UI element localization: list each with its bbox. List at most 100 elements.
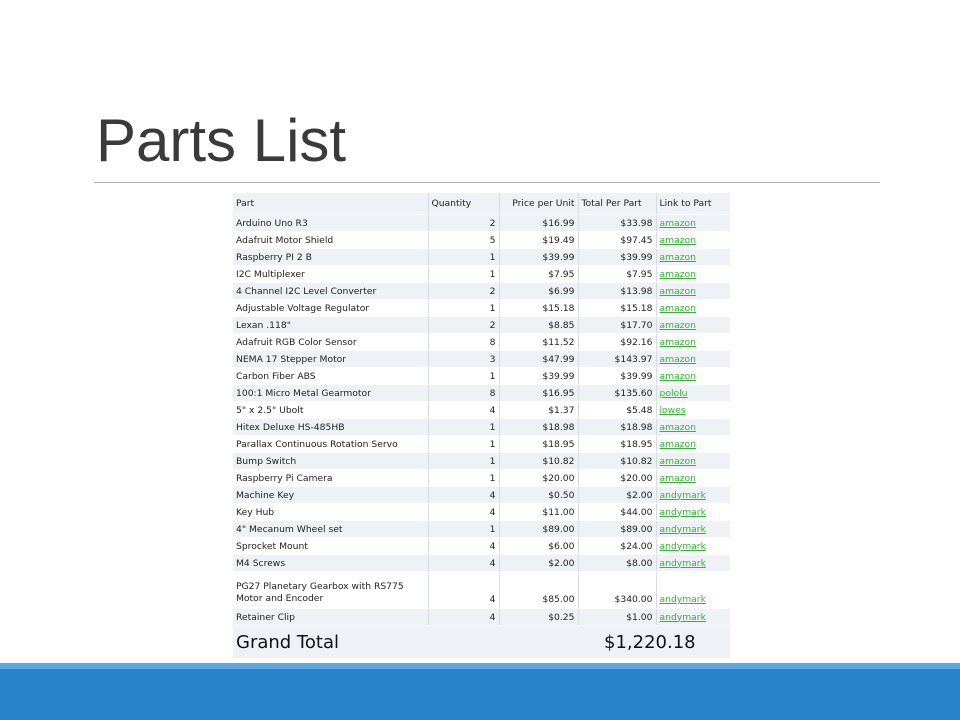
- table-row: 5" x 2.5" Ubolt 4 $1.37 $5.48 lowes: [233, 401, 730, 419]
- part-link-cell: andymark: [655, 571, 730, 609]
- part-total: $17.70: [577, 316, 656, 334]
- part-quantity: 4: [427, 554, 499, 572]
- part-price-per-unit: $19.49: [498, 231, 578, 249]
- part-link[interactable]: andymark: [660, 541, 706, 552]
- part-quantity: 2: [427, 214, 499, 232]
- part-link[interactable]: amazon: [660, 422, 696, 433]
- part-name: Adafruit RGB Color Sensor: [233, 333, 428, 351]
- part-link[interactable]: amazon: [660, 235, 696, 246]
- part-link-cell: amazon: [655, 214, 730, 232]
- part-name: Arduino Uno R3: [233, 214, 428, 232]
- part-total: $20.00: [577, 469, 656, 487]
- part-total: $13.98: [577, 282, 656, 300]
- part-name: I2C Multiplexer: [233, 265, 428, 283]
- table-row: Arduino Uno R3 2 $16.99 $33.98 amazon: [233, 214, 730, 232]
- part-total: $18.98: [577, 418, 656, 436]
- part-price-per-unit: $39.99: [498, 367, 578, 385]
- part-link-cell: amazon: [655, 333, 730, 351]
- part-total: $18.95: [577, 435, 656, 453]
- part-link[interactable]: andymark: [660, 558, 706, 569]
- part-price-per-unit: $47.99: [498, 350, 578, 368]
- part-link[interactable]: andymark: [660, 612, 706, 623]
- part-total: $89.00: [577, 520, 656, 538]
- part-price-per-unit: $8.85: [498, 316, 578, 334]
- part-link-cell: andymark: [655, 503, 730, 521]
- part-total: $39.99: [577, 367, 656, 385]
- table-header-row: Part Quantity Price per Unit Total Per P…: [233, 193, 730, 215]
- table-row: M4 Screws 4 $2.00 $8.00 andymark: [233, 554, 730, 572]
- table-row: Carbon Fiber ABS 1 $39.99 $39.99 amazon: [233, 367, 730, 385]
- part-name: Adafruit Motor Shield: [233, 231, 428, 249]
- part-link[interactable]: pololu: [660, 388, 688, 399]
- title-divider: [94, 182, 880, 183]
- table-row: Machine Key 4 $0.50 $2.00 andymark: [233, 486, 730, 504]
- grand-total-row: Grand Total $1,220.18: [233, 625, 730, 659]
- part-price-per-unit: $15.18: [498, 299, 578, 317]
- part-link-cell: amazon: [655, 316, 730, 334]
- header-total-per-part: Total Per Part: [577, 193, 656, 215]
- part-link-cell: amazon: [655, 469, 730, 487]
- part-quantity: 5: [427, 231, 499, 249]
- parts-table: Part Quantity Price per Unit Total Per P…: [233, 193, 730, 659]
- part-price-per-unit: $20.00: [498, 469, 578, 487]
- part-link[interactable]: amazon: [660, 218, 696, 229]
- part-total: $135.60: [577, 384, 656, 402]
- header-price-per-unit: Price per Unit: [498, 193, 578, 215]
- part-total: $44.00: [577, 503, 656, 521]
- part-link[interactable]: amazon: [660, 303, 696, 314]
- part-link-cell: lowes: [655, 401, 730, 419]
- part-quantity: 4: [427, 503, 499, 521]
- part-quantity: 8: [427, 333, 499, 351]
- table-row: Adafruit Motor Shield 5 $19.49 $97.45 amazon: [233, 231, 730, 249]
- part-quantity: 3: [427, 350, 499, 368]
- table-row: I2C Multiplexer 1 $7.95 $7.95 amazon: [233, 265, 730, 283]
- part-link-cell: amazon: [655, 248, 730, 266]
- table-row: 100:1 Micro Metal Gearmotor 8 $16.95 $135.6…: [233, 384, 730, 402]
- part-link[interactable]: amazon: [660, 269, 696, 280]
- part-total: $33.98: [577, 214, 656, 232]
- part-link[interactable]: amazon: [660, 439, 696, 450]
- part-link[interactable]: amazon: [660, 456, 696, 467]
- part-name: Bump Switch: [233, 452, 428, 470]
- part-price-per-unit: $18.95: [498, 435, 578, 453]
- part-link[interactable]: andymark: [660, 507, 706, 518]
- part-name: Parallax Continuous Rotation Servo: [233, 435, 428, 453]
- part-quantity: 4: [427, 401, 499, 419]
- part-name: Retainer Clip: [233, 608, 428, 626]
- part-price-per-unit: $16.95: [498, 384, 578, 402]
- part-name: NEMA 17 Stepper Motor: [233, 350, 428, 368]
- part-link[interactable]: amazon: [660, 371, 696, 382]
- part-link[interactable]: amazon: [660, 320, 696, 331]
- part-price-per-unit: $11.52: [498, 333, 578, 351]
- part-name: 5" x 2.5" Ubolt: [233, 401, 428, 419]
- part-quantity: 2: [427, 282, 499, 300]
- part-link-cell: amazon: [655, 350, 730, 368]
- part-link-cell: amazon: [655, 231, 730, 249]
- part-link[interactable]: andymark: [660, 490, 706, 501]
- table-row: Key Hub 4 $11.00 $44.00 andymark: [233, 503, 730, 521]
- part-price-per-unit: $18.98: [498, 418, 578, 436]
- part-price-per-unit: $11.00: [498, 503, 578, 521]
- part-price-per-unit: $89.00: [498, 520, 578, 538]
- part-quantity: 4: [427, 486, 499, 504]
- part-link[interactable]: amazon: [660, 337, 696, 348]
- part-link[interactable]: lowes: [660, 405, 686, 416]
- part-link[interactable]: andymark: [660, 594, 706, 605]
- part-price-per-unit: $39.99: [498, 248, 578, 266]
- part-link[interactable]: amazon: [660, 473, 696, 484]
- part-link[interactable]: amazon: [660, 286, 696, 297]
- table-row: Lexan .118" 2 $8.85 $17.70 amazon: [233, 316, 730, 334]
- part-price-per-unit: $7.95: [498, 265, 578, 283]
- part-link[interactable]: andymark: [660, 524, 706, 535]
- footer-accent-line: [0, 663, 960, 669]
- part-total: $340.00: [577, 571, 656, 609]
- table-row: Raspberry PI 2 B 1 $39.99 $39.99 amazon: [233, 248, 730, 266]
- part-name: M4 Screws: [233, 554, 428, 572]
- part-total: $97.45: [577, 231, 656, 249]
- part-name: Carbon Fiber ABS: [233, 367, 428, 385]
- part-link[interactable]: amazon: [660, 354, 696, 365]
- part-name: PG27 Planetary Gearbox with RS775 Motor …: [233, 571, 428, 609]
- table-row: 4 Channel I2C Level Converter 2 $6.99 $13.9…: [233, 282, 730, 300]
- part-link-cell: amazon: [655, 282, 730, 300]
- part-link[interactable]: amazon: [660, 252, 696, 263]
